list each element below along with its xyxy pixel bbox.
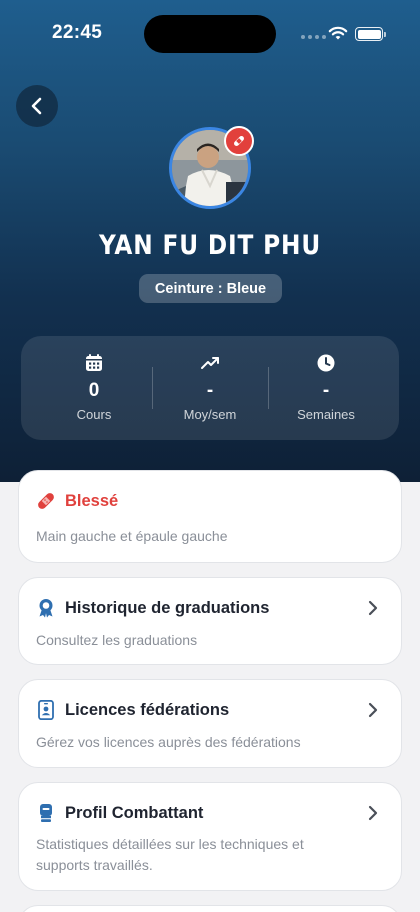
- stat-value: -: [206, 380, 214, 401]
- card-title: Profil Combattant: [65, 804, 204, 822]
- chevron-right-icon: [368, 702, 378, 718]
- id-card-icon: [38, 700, 54, 720]
- chevron-right-icon: [368, 805, 378, 821]
- licences-card[interactable]: Licences fédérations Gérez vos licences …: [18, 679, 402, 768]
- bandage-icon: [234, 136, 244, 146]
- stats-card: 0 Cours - Moy/sem - Semaines: [21, 336, 399, 440]
- injury-card[interactable]: Blessé Main gauche et épaule gauche: [18, 470, 402, 563]
- next-card[interactable]: [18, 905, 402, 912]
- card-description: Gérez vos licences auprès des fédération…: [36, 734, 301, 750]
- stat-value: -: [322, 380, 330, 401]
- back-button[interactable]: [16, 85, 58, 127]
- stat-label: Cours: [76, 407, 112, 422]
- card-title: Historique de graduations: [65, 599, 270, 617]
- card-title: Blessé: [65, 492, 119, 510]
- profile-name: YAN FU DIT PHU: [98, 230, 322, 261]
- stat-label: Semaines: [297, 407, 355, 422]
- bandage-icon: [38, 493, 54, 509]
- calendar-icon: [86, 354, 102, 371]
- stat-value: 0: [88, 380, 100, 401]
- card-description: Statistiques détaillées sur les techniqu…: [36, 836, 304, 873]
- stat-moy-sem: - Moy/sem: [152, 336, 268, 440]
- clock-icon: [317, 354, 335, 372]
- card-title: Licences fédérations: [65, 701, 230, 719]
- chevron-right-icon: [368, 600, 378, 616]
- stat-label: Moy/sem: [183, 407, 237, 422]
- stat-cours: 0 Cours: [36, 336, 152, 440]
- status-bar: 22:45: [0, 0, 420, 66]
- award-icon: [39, 599, 53, 618]
- battery-icon: [355, 27, 386, 41]
- signal-dots: [301, 35, 326, 39]
- card-description: Consultez les graduations: [36, 632, 198, 648]
- injury-badge: [224, 126, 254, 156]
- belt-badge: Ceinture : Bleue: [139, 274, 282, 303]
- graduations-card[interactable]: Historique de graduations Consultez les …: [18, 577, 402, 665]
- wifi-icon: [328, 26, 348, 40]
- stat-semaines: - Semaines: [268, 336, 384, 440]
- fighter-profile-card[interactable]: Profil Combattant Statistiques détaillée…: [18, 782, 402, 891]
- dynamic-island: [144, 15, 276, 53]
- trending-up-icon: [201, 357, 219, 369]
- card-description: Main gauche et épaule gauche: [36, 528, 228, 544]
- status-time: 22:45: [52, 22, 103, 43]
- chevron-left-icon: [31, 97, 42, 115]
- fighter-icon: [40, 804, 52, 822]
